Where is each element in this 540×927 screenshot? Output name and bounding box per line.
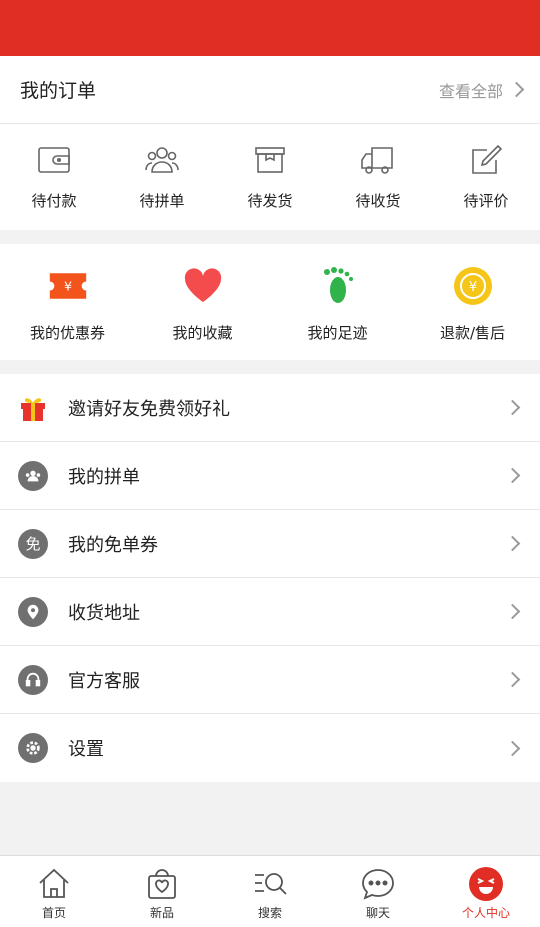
chevron-right-icon bbox=[504, 535, 521, 552]
menu-item-settings[interactable]: 设置 bbox=[0, 714, 540, 782]
order-status-label: 待收货 bbox=[355, 192, 401, 210]
group-users-icon bbox=[145, 147, 179, 173]
order-status-label: 待付款 bbox=[31, 192, 77, 210]
view-all-label: 查看全部 bbox=[438, 81, 503, 101]
chat-icon bbox=[362, 869, 394, 900]
tab-chat[interactable]: 聊天 bbox=[324, 856, 432, 927]
quick-link-label: 我的收藏 bbox=[172, 324, 233, 342]
quick-link-footprints[interactable]: 我的足迹 bbox=[270, 266, 405, 360]
quick-link-refund[interactable]: ¥ 退款/售后 bbox=[405, 266, 540, 360]
chevron-right-icon bbox=[504, 467, 521, 484]
menu-item-label: 我的免单券 bbox=[68, 534, 158, 556]
chevron-right-icon bbox=[504, 671, 521, 688]
home-icon bbox=[39, 868, 69, 898]
location-pin-icon bbox=[18, 596, 48, 627]
tab-label: 搜索 bbox=[257, 906, 282, 920]
free-coupon-icon: 免 bbox=[18, 528, 48, 559]
menu-item-label: 官方客服 bbox=[68, 670, 140, 692]
order-status-label: 待拼单 bbox=[139, 192, 185, 210]
footprint-icon bbox=[318, 266, 358, 306]
tab-new-products[interactable]: 新品 bbox=[108, 856, 216, 927]
quick-link-coupons[interactable]: ¥ 我的优惠券 bbox=[0, 266, 135, 360]
quick-link-label: 我的足迹 bbox=[307, 324, 368, 342]
order-status-pending-group[interactable]: 待拼单 bbox=[108, 142, 216, 230]
quick-links-card: ¥ 我的优惠券 我的收藏 我的足迹 ¥ 退款/售后 bbox=[0, 244, 540, 360]
edit-review-icon bbox=[472, 144, 503, 174]
quick-links-row: ¥ 我的优惠券 我的收藏 我的足迹 ¥ 退款/售后 bbox=[0, 244, 540, 360]
chevron-right-icon bbox=[508, 81, 525, 98]
menu-item-customer-service[interactable]: 官方客服 bbox=[0, 646, 540, 714]
order-status-pending-receipt[interactable]: 待收货 bbox=[324, 142, 432, 230]
search-icon bbox=[255, 873, 287, 895]
chevron-right-icon bbox=[504, 603, 521, 620]
orders-title: 我的订单 bbox=[20, 80, 97, 102]
menu-item-label: 设置 bbox=[68, 739, 104, 760]
bottom-tab-bar: 首页 新品 搜索 聊天 个人中心 bbox=[0, 855, 540, 927]
order-status-label: 待发货 bbox=[247, 192, 293, 210]
menu-item-label: 邀请好友免费领好礼 bbox=[68, 398, 230, 420]
order-status-pending-shipment[interactable]: 待发货 bbox=[216, 142, 324, 230]
quick-link-label: 退款/售后 bbox=[439, 324, 506, 342]
svg-text:¥: ¥ bbox=[63, 279, 71, 294]
order-status-pending-payment[interactable]: 待付款 bbox=[0, 142, 108, 230]
order-status-label: 待评价 bbox=[463, 192, 509, 210]
tab-label: 新品 bbox=[149, 906, 174, 920]
svg-text:¥: ¥ bbox=[468, 280, 476, 295]
profile-face-icon bbox=[469, 867, 503, 901]
gift-icon bbox=[18, 393, 48, 423]
package-box-icon bbox=[255, 147, 285, 173]
tab-label: 个人中心 bbox=[461, 906, 510, 920]
tab-search[interactable]: 搜索 bbox=[216, 856, 324, 927]
menu-item-shipping-address[interactable]: 收货地址 bbox=[0, 578, 540, 646]
tab-home[interactable]: 首页 bbox=[0, 856, 108, 927]
orders-card: 我的订单 查看全部 待付款 待拼单 待发货 待收货 待评价 bbox=[0, 56, 540, 230]
menu-item-label: 我的拼单 bbox=[68, 466, 140, 488]
menu-item-my-group-orders[interactable]: 我的拼单 bbox=[0, 442, 540, 510]
order-status-row: 待付款 待拼单 待发货 待收货 待评价 bbox=[0, 124, 540, 230]
heart-icon bbox=[183, 266, 223, 306]
delivery-truck-icon bbox=[361, 147, 393, 174]
order-status-pending-review[interactable]: 待评价 bbox=[432, 142, 540, 230]
coupon-icon: ¥ bbox=[48, 266, 88, 306]
tab-label: 首页 bbox=[41, 906, 66, 920]
quick-link-favorites[interactable]: 我的收藏 bbox=[135, 266, 270, 360]
refund-coin-icon: ¥ bbox=[453, 266, 493, 306]
orders-header: 我的订单 查看全部 bbox=[0, 56, 540, 124]
tab-profile[interactable]: 个人中心 bbox=[432, 856, 540, 927]
chevron-right-icon bbox=[504, 740, 521, 756]
view-all-orders-link[interactable]: 查看全部 bbox=[438, 78, 525, 102]
menu-item-label: 收货地址 bbox=[68, 602, 140, 624]
top-status-bar bbox=[0, 0, 540, 56]
quick-link-label: 我的优惠券 bbox=[29, 324, 105, 342]
gear-icon bbox=[18, 733, 48, 763]
group-icon bbox=[18, 460, 48, 491]
menu-list: 邀请好友免费领好礼 我的拼单 免 我的免单券 收货地址 官方客服 设置 bbox=[0, 374, 540, 782]
tab-label: 聊天 bbox=[365, 906, 390, 920]
chevron-right-icon bbox=[504, 399, 521, 416]
shopping-bag-icon bbox=[148, 869, 176, 899]
headset-icon bbox=[18, 664, 48, 695]
menu-item-invite-friends[interactable]: 邀请好友免费领好礼 bbox=[0, 374, 540, 442]
menu-item-free-coupons[interactable]: 免 我的免单券 bbox=[0, 510, 540, 578]
wallet-icon bbox=[38, 147, 70, 173]
